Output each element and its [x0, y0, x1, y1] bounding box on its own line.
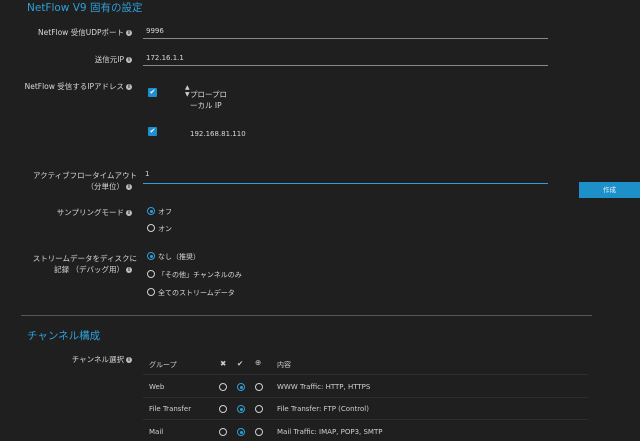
table-row-content: WWW Traffic: HTTP, HTTPS — [277, 383, 371, 391]
ip-row-value: 192.168.81.110 — [190, 130, 246, 138]
sampling-label: サンプリングモード i — [57, 207, 132, 218]
table-row-group: Web — [149, 383, 165, 391]
create-button[interactable]: 作成 — [579, 182, 640, 198]
row-web-block-radio[interactable] — [219, 383, 227, 391]
channel-select-label-text: チャンネル選択 — [71, 355, 124, 364]
sampling-on-label[interactable]: オン — [158, 224, 172, 234]
sampling-off-label[interactable]: オフ — [158, 207, 172, 217]
section-title-channels: チャンネル構成 — [27, 330, 101, 342]
channel-select-label: チャンネル選択 i — [72, 354, 132, 365]
stream-all-label[interactable]: 全てのストリームデータ — [158, 288, 235, 298]
source-ip-label: 送信元IP i — [95, 54, 132, 65]
stream-all-radio[interactable] — [147, 288, 155, 296]
table-row-line — [143, 397, 588, 398]
row-web-inspect-radio[interactable] — [255, 383, 263, 391]
info-icon[interactable]: i — [126, 267, 132, 273]
info-icon[interactable]: i — [126, 57, 132, 63]
col-header-content: 内容 — [277, 361, 291, 369]
source-ip-input[interactable]: 172.16.1.1 — [146, 54, 184, 62]
row-ftp-inspect-radio[interactable] — [255, 405, 263, 413]
sampling-off-radio[interactable] — [147, 207, 155, 215]
receive-ip-label: NetFlow 受信するIPアドレス i — [25, 81, 132, 92]
stream-none-radio[interactable] — [147, 252, 155, 260]
stream-label-line2: 記録 （デバッグ用） i — [54, 264, 132, 275]
col-header-group: グループ — [149, 361, 177, 369]
select-all-checkbox[interactable]: ✔ — [148, 88, 157, 97]
info-icon[interactable]: i — [126, 84, 132, 90]
stream-none-label[interactable]: なし（推奨） — [158, 252, 200, 262]
sort-icon[interactable]: ▲ ▼ — [185, 84, 190, 98]
row-ftp-block-radio[interactable] — [219, 405, 227, 413]
row-mail-block-radio[interactable] — [219, 428, 227, 436]
info-icon[interactable]: i — [126, 210, 132, 216]
source-ip-label-text: 送信元IP — [94, 55, 124, 64]
receive-ip-label-text: NetFlow 受信するIPアドレス — [24, 82, 124, 91]
table-header-line — [143, 374, 588, 375]
sampling-label-text: サンプリングモード — [56, 208, 124, 217]
ip-row-checkbox[interactable]: ✔ — [148, 127, 157, 136]
table-row-group: Mail — [149, 428, 164, 436]
timeout-input[interactable]: 1 — [145, 170, 149, 178]
timeout-label-line2: （分単位） i — [86, 181, 132, 192]
stream-other-radio[interactable] — [147, 270, 155, 278]
section-title-netflow: NetFlow V9 固有の設定 — [27, 2, 143, 14]
table-row-content: Mail Traffic: IMAP, POP3, SMTP — [277, 428, 383, 436]
info-icon[interactable]: i — [126, 184, 132, 190]
section-divider — [21, 315, 592, 316]
table-row-line — [143, 419, 588, 420]
table-row-group: File Transfer — [149, 405, 192, 413]
proxy-ip-header-1: プロープロ — [190, 90, 228, 99]
timeout-label-line2-text: （分単位） — [86, 182, 125, 191]
udp-port-label-text: NetFlow 受信UDPポート — [38, 28, 124, 37]
info-icon[interactable]: i — [126, 357, 132, 363]
stream-label-line2-text: 記録 （デバッグ用） — [54, 265, 124, 274]
row-mail-allow-radio[interactable] — [237, 428, 245, 436]
stream-label-line1: ストリームデータをディスクに — [32, 254, 137, 263]
zoom-icon: ⊕ — [255, 358, 262, 367]
udp-port-label: NetFlow 受信UDPポート i — [38, 27, 132, 38]
proxy-ip-header-2: ーカル IP — [190, 101, 222, 110]
timeout-underline — [143, 183, 548, 184]
x-icon: ✖ — [220, 359, 227, 368]
udp-port-input[interactable]: 9996 — [146, 27, 164, 35]
info-icon[interactable]: i — [126, 30, 132, 36]
row-mail-inspect-radio[interactable] — [255, 428, 263, 436]
check-icon: ✔ — [237, 359, 244, 368]
row-ftp-allow-radio[interactable] — [237, 405, 245, 413]
timeout-label-line1: アクティブフロータイムアウト — [32, 171, 137, 180]
table-row-content: File Transfer: FTP (Control) — [277, 405, 369, 413]
source-ip-underline — [143, 65, 548, 66]
sampling-on-radio[interactable] — [147, 224, 155, 232]
stream-other-label[interactable]: 「その他」チャンネルのみ — [158, 270, 242, 280]
row-web-allow-radio[interactable] — [237, 383, 245, 391]
udp-port-underline — [143, 38, 548, 39]
